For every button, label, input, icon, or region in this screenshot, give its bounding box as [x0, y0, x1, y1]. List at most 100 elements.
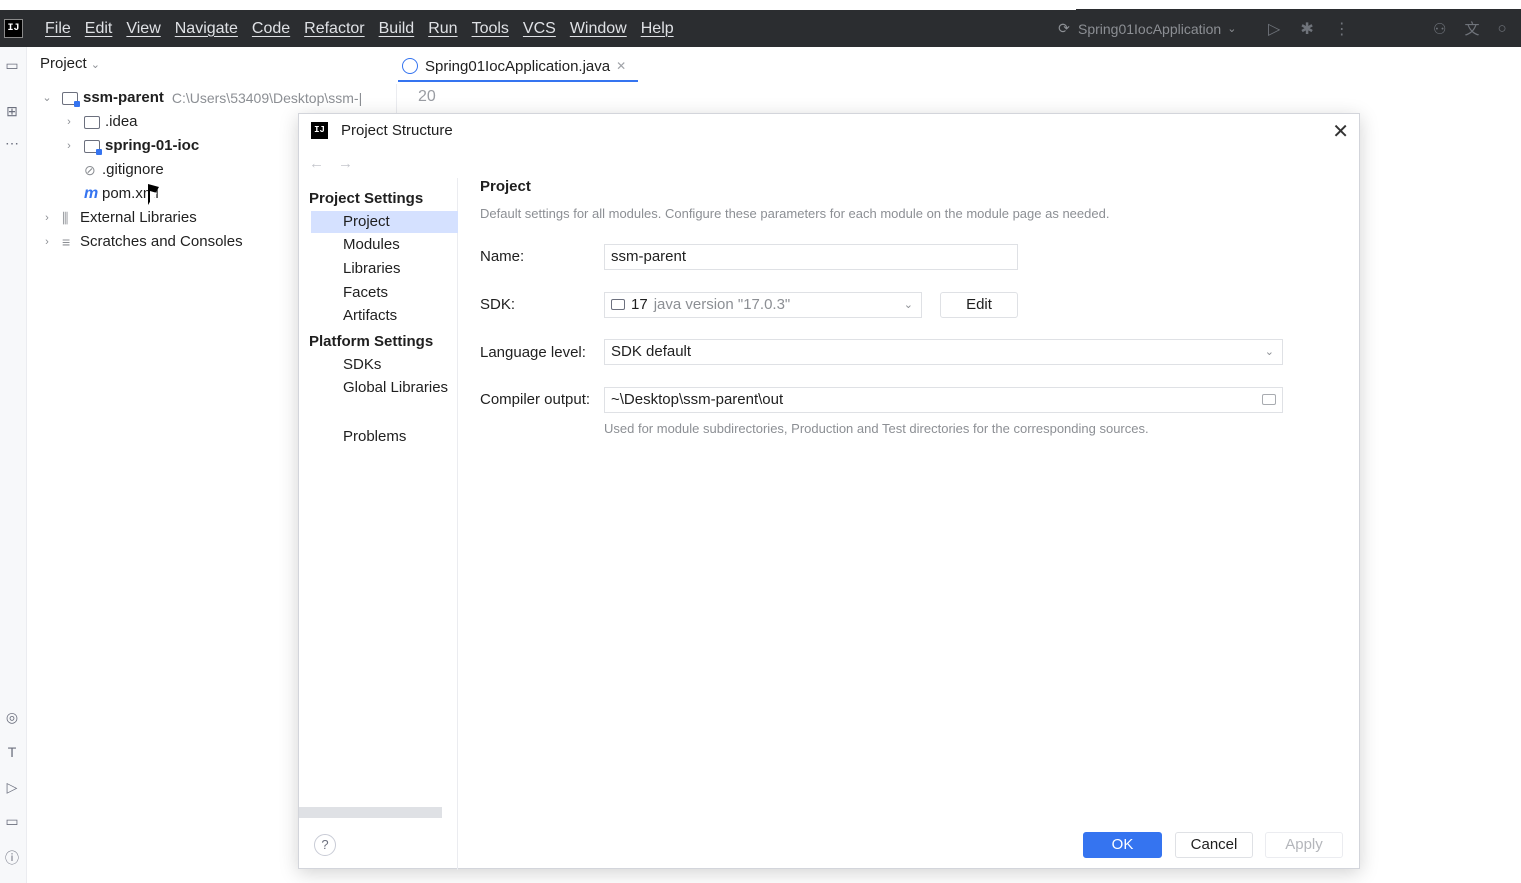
chevron-right-icon[interactable]: ›: [62, 134, 76, 158]
name-label: Name:: [480, 248, 525, 265]
project-folder-icon[interactable]: ▭: [1, 57, 23, 74]
chevron-down-icon: ⌄: [1264, 346, 1274, 358]
sidebar-item-global-libraries[interactable]: Global Libraries: [343, 379, 448, 396]
top-strip: [0, 0, 1521, 11]
menu-vcs[interactable]: VCS: [523, 20, 556, 38]
sidebar-item-modules[interactable]: Modules: [343, 236, 400, 253]
sidebar-item-facets[interactable]: Facets: [343, 284, 388, 301]
add-user-icon[interactable]: ⚇: [1433, 20, 1446, 38]
menu-refactor[interactable]: Refactor: [304, 20, 364, 38]
name-value: ssm-parent: [611, 248, 687, 265]
chevron-down-icon: ⌄: [90, 59, 100, 71]
tree-node-label: Scratches and Consoles: [80, 233, 243, 250]
more-options-icon[interactable]: ⋮: [1334, 19, 1350, 39]
structure-icon[interactable]: ⊞: [1, 103, 23, 120]
problems-icon[interactable]: ⓘ: [1, 848, 23, 868]
chevron-down-icon: ⌄: [903, 299, 913, 311]
menu-view[interactable]: View: [126, 20, 160, 38]
module-folder-icon: [62, 91, 80, 107]
sidebar-item-libraries[interactable]: Libraries: [343, 260, 401, 277]
tree-node-idea[interactable]: › .idea: [62, 110, 138, 134]
chevron-right-icon[interactable]: ›: [40, 230, 54, 254]
language-level-dropdown[interactable]: SDK default ⌄: [604, 339, 1283, 365]
services-icon[interactable]: ◎: [1, 709, 23, 726]
sidebar-item-problems[interactable]: Problems: [343, 428, 406, 445]
more-tools-icon[interactable]: ⋯: [1, 135, 23, 152]
search-icon[interactable]: ○: [1497, 20, 1506, 37]
menu-edit[interactable]: Edit: [85, 20, 113, 38]
ignored-file-icon: ⊘: [84, 162, 96, 178]
divider: [396, 84, 397, 114]
sidebar-item-project[interactable]: Project: [311, 211, 458, 233]
intellij-logo-icon: IJ: [311, 122, 328, 139]
compiler-output-label: Compiler output:: [480, 391, 591, 408]
chevron-right-icon[interactable]: ›: [40, 206, 54, 230]
menu-tools[interactable]: Tools: [472, 20, 509, 38]
tree-node-ssm-parent[interactable]: ⌄ ssm-parent C:\Users\53409\Desktop\ssm-…: [40, 86, 362, 110]
platform-settings-header: Platform Settings: [309, 333, 434, 350]
run-configuration-name: Spring01IocApplication: [1078, 20, 1222, 37]
sdk-dropdown[interactable]: 17 java version "17.0.3" ⌄: [604, 292, 922, 318]
tree-node-gitignore[interactable]: ⊘ .gitignore: [84, 158, 164, 182]
tree-node-path: C:\Users\53409\Desktop\ssm-|: [171, 90, 363, 106]
dialog-sidebar: Project Settings Project Modules Librari…: [299, 178, 458, 870]
help-button[interactable]: ?: [314, 834, 336, 856]
menu-navigate[interactable]: Navigate: [175, 20, 238, 38]
compiler-output-input[interactable]: ~\Desktop\ssm-parent\out: [604, 387, 1283, 413]
menubar: IJ File Edit View Navigate Code Refactor…: [0, 10, 1521, 47]
tree-node-spring-01-ioc[interactable]: › spring-01-ioc: [62, 134, 199, 158]
library-icon: ⫼: [62, 210, 69, 226]
menu-help[interactable]: Help: [641, 20, 674, 38]
chevron-down-icon[interactable]: ⌄: [40, 86, 54, 110]
mouse-cursor-icon: [148, 184, 159, 205]
run-tool-icon[interactable]: ▷: [1, 779, 23, 796]
project-panel-title: Project: [40, 55, 87, 72]
sdk-edit-button[interactable]: Edit: [940, 292, 1018, 318]
menu-code[interactable]: Code: [252, 20, 290, 38]
chevron-right-icon[interactable]: ›: [62, 110, 76, 134]
tree-node-scratches[interactable]: › ≡ Scratches and Consoles: [40, 230, 243, 254]
debug-icon[interactable]: ✱: [1300, 19, 1313, 39]
dialog-title: Project Structure: [341, 122, 453, 139]
run-icon[interactable]: ▷: [1268, 19, 1280, 39]
tree-node-label: ssm-parent: [83, 89, 164, 106]
apply-button[interactable]: Apply: [1265, 832, 1343, 858]
translate-icon[interactable]: 文: [1464, 18, 1479, 39]
sdk-folder-icon: [611, 299, 625, 310]
content-title: Project: [480, 178, 531, 195]
language-level-value: SDK default: [611, 343, 692, 360]
intellij-logo-icon[interactable]: IJ: [4, 19, 23, 38]
project-settings-header: Project Settings: [309, 190, 424, 207]
tree-node-label: spring-01-ioc: [105, 137, 200, 154]
name-input[interactable]: ssm-parent: [604, 244, 1018, 270]
close-tab-icon[interactable]: ✕: [616, 59, 626, 73]
right-toolbar: ⚇ 文 ○: [1433, 10, 1507, 47]
scratches-icon: ≡: [62, 234, 71, 250]
tree-node-external-libraries[interactable]: › ⫼ External Libraries: [40, 206, 197, 230]
terminal-icon[interactable]: ▭: [1, 813, 23, 830]
sidebar-item-sdks[interactable]: SDKs: [343, 356, 381, 373]
menu-window[interactable]: Window: [570, 20, 627, 38]
project-panel-header[interactable]: Project ⌄: [40, 55, 100, 72]
java-class-icon: [402, 58, 418, 74]
project-structure-dialog: IJ Project Structure ✕ ←→ Project Settin…: [298, 113, 1360, 870]
compiler-output-hint: Used for module subdirectories, Producti…: [604, 421, 1149, 436]
tree-node-label: .idea: [105, 113, 138, 130]
cancel-button[interactable]: Cancel: [1175, 832, 1253, 858]
run-configuration-selector[interactable]: ⟳ Spring01IocApplication ⌄: [1056, 10, 1236, 47]
menu-build[interactable]: Build: [379, 20, 415, 38]
sidebar-item-artifacts[interactable]: Artifacts: [343, 307, 397, 324]
menu-run[interactable]: Run: [428, 20, 457, 38]
back-arrow-icon[interactable]: ←: [309, 155, 338, 172]
close-icon[interactable]: ✕: [1332, 119, 1349, 144]
build-icon[interactable]: T: [1, 744, 23, 760]
forward-arrow-icon[interactable]: →: [338, 155, 367, 172]
ok-button[interactable]: OK: [1083, 832, 1162, 858]
content-description: Default settings for all modules. Config…: [480, 206, 1110, 221]
sidebar-scrollbar[interactable]: [299, 807, 442, 818]
editor-tab-spring01iocapplication[interactable]: Spring01IocApplication.java ✕: [398, 52, 639, 82]
sdk-detail: java version "17.0.3": [653, 296, 791, 313]
menu-file[interactable]: File: [45, 20, 71, 38]
main-menu: File Edit View Navigate Code Refactor Bu…: [45, 10, 674, 47]
browse-folder-icon[interactable]: [1262, 394, 1276, 405]
